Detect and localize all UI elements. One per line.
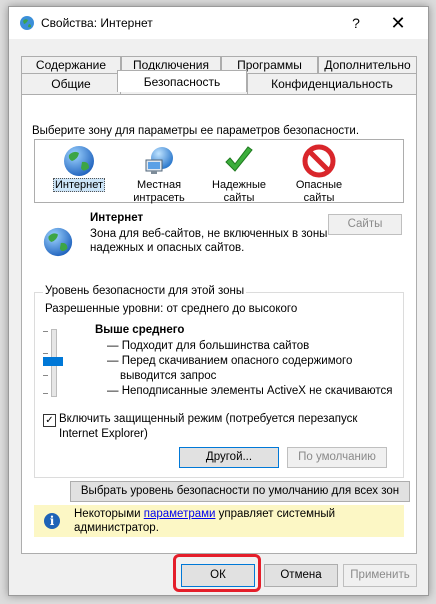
zone-restricted-sites[interactable]: Опасные сайты (279, 140, 359, 204)
security-level-group: Уровень безопасности для этой зоны Разре… (34, 285, 404, 478)
tab-content[interactable]: Содержание (21, 56, 121, 73)
slider-thumb[interactable] (43, 357, 63, 366)
notice-text-after: управляет системный (215, 508, 336, 520)
default-level-button[interactable]: По умолчанию (287, 447, 387, 468)
security-tab-panel: Выберите зону для параметры ее параметро… (21, 94, 417, 554)
zone-label-restricted-1: Опасные (295, 179, 343, 191)
apply-button[interactable]: Применить (343, 564, 417, 587)
tab-general[interactable]: Общие (21, 73, 121, 94)
internet-properties-dialog: Свойства: Интернет ? ✕ Содержание Подклю… (8, 6, 429, 596)
level-item-3: — Неподписанные элементы ActiveX не скач… (107, 385, 393, 397)
zone-label-restricted-2: сайты (303, 192, 335, 204)
zone-trusted-sites[interactable]: Надежные сайты (199, 140, 279, 204)
selected-zone-globe-icon (43, 227, 73, 257)
zone-label-trusted-1: Надежные (212, 179, 266, 191)
zone-prompt: Выберите зону для параметры ее параметро… (32, 125, 360, 137)
intranet-icon (145, 147, 173, 174)
cancel-button[interactable]: Отмена (264, 564, 338, 587)
zone-list: Интернет Местная интрасеть Надежные сайт… (34, 139, 404, 204)
level-item-1: — Подходит для большинства сайтов (107, 340, 310, 352)
protected-mode-label-2: Internet Explorer) (59, 428, 148, 440)
reset-all-zones-button[interactable]: Выбрать уровень безопасности по умолчани… (70, 481, 410, 502)
notice-text-before: Некоторыми (74, 508, 144, 520)
internet-options-icon (20, 16, 34, 30)
zone-label-internet: Интернет (53, 178, 105, 192)
custom-level-button[interactable]: Другой... (179, 447, 279, 468)
tab-security[interactable]: Безопасность (117, 70, 247, 92)
zone-internet[interactable]: Интернет (39, 140, 119, 202)
checkmark-icon (225, 146, 253, 172)
close-button[interactable]: ✕ (385, 12, 411, 34)
tab-advanced[interactable]: Дополнительно (318, 56, 417, 73)
selected-zone-desc-1: Зона для веб-сайтов, не включенных в зон… (90, 228, 328, 240)
security-level-name: Выше среднего (95, 324, 185, 336)
security-level-title: Уровень безопасности для этой зоны (43, 285, 247, 297)
allowed-levels: Разрешенные уровни: от среднего до высок… (45, 303, 298, 315)
info-icon: i (44, 513, 60, 529)
zone-label-trusted-2: сайты (223, 192, 255, 204)
protected-mode-checkbox[interactable]: ✓ (43, 414, 56, 427)
zone-local-intranet[interactable]: Местная интрасеть (119, 140, 199, 204)
notice-settings-link[interactable]: параметрами (144, 508, 216, 520)
protected-mode-label-1: Включить защищенный режим (потребуется п… (59, 413, 358, 425)
zone-label-intranet-1: Местная (136, 179, 182, 191)
level-item-2-cont: выводится запрос (120, 370, 217, 382)
help-button[interactable]: ? (343, 12, 369, 34)
window-title: Свойства: Интернет (41, 16, 153, 30)
title-bar: Свойства: Интернет ? ✕ (9, 7, 428, 39)
notice-line-2: администратор. (74, 522, 159, 534)
selected-zone-name: Интернет (90, 212, 144, 224)
ok-highlight-box (173, 554, 261, 592)
globe-icon (64, 146, 94, 176)
zone-label-intranet-2: интрасеть (133, 192, 185, 204)
notice-line-1: Некоторыми параметрами управляет системн… (74, 508, 335, 520)
sites-button[interactable]: Сайты (328, 214, 402, 235)
admin-notice: i Некоторыми параметрами управляет систе… (34, 505, 404, 537)
prohibited-icon (302, 144, 336, 178)
level-item-2: — Перед скачиванием опасного содержимого (107, 355, 353, 367)
selected-zone-desc-2: надежных и опасных сайтов. (90, 242, 245, 254)
tab-privacy[interactable]: Конфиденциальность (247, 73, 417, 94)
